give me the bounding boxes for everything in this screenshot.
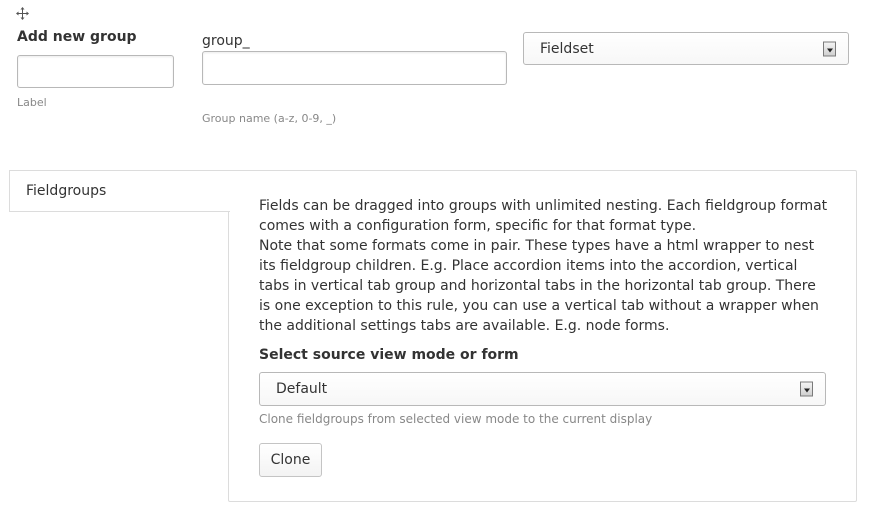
tab-fieldgroups-label: Fieldgroups [26,183,107,199]
source-view-mode-description: Clone fieldgroups from selected view mod… [259,412,653,426]
help-paragraph-1: Fields can be dragged into groups with u… [259,198,828,234]
dropdown-arrow-icon [800,381,813,397]
source-view-mode-label: Select source view mode or form [259,347,519,363]
move-icon[interactable] [16,7,29,20]
help-paragraph-2: Note that some formats come in pair. The… [259,238,819,334]
clone-button[interactable]: Clone [259,443,322,477]
tab-fieldgroups[interactable]: Fieldgroups [9,170,230,212]
group-label-input[interactable] [17,55,174,88]
fieldgroups-help-text: Fields can be dragged into groups with u… [259,196,829,336]
group-name-input[interactable] [202,51,507,85]
group-label-description: Label [17,96,47,109]
add-group-title: Add new group [17,29,137,45]
source-view-mode-select[interactable]: Default [259,372,826,406]
group-name-prefix: group_ [202,33,250,49]
group-name-description: Group name (a-z, 0-9, _) [202,112,337,125]
group-format-selected: Fieldset [540,40,594,57]
group-format-select[interactable]: Fieldset [523,32,849,65]
dropdown-arrow-icon [823,41,836,56]
source-view-mode-selected: Default [276,381,328,397]
